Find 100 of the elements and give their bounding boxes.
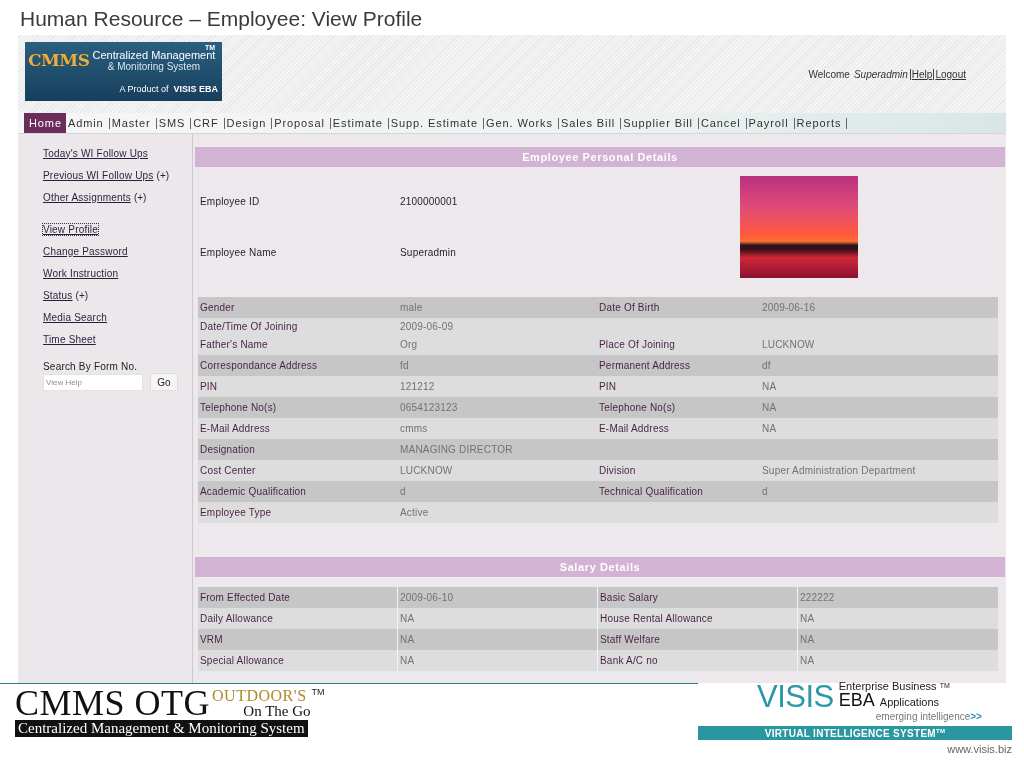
field-label: E-Mail Address: [599, 423, 670, 434]
nav-tab[interactable]: Design: [224, 113, 272, 133]
sidebar-link[interactable]: Today's WI Follow Ups: [43, 147, 149, 159]
company-text: Applications: [879, 696, 940, 709]
field-value: 2009-06-16: [762, 302, 816, 313]
field-label: Place Of Joining: [599, 339, 676, 350]
nav-tab[interactable]: Supp. Estimate: [388, 113, 483, 133]
field-value: cmms: [400, 423, 428, 434]
expand-toggle[interactable]: (+): [156, 169, 170, 181]
nav-tab[interactable]: Home: [24, 113, 66, 133]
nav-tab[interactable]: Reports: [794, 113, 847, 133]
logo-wordmark: CMMS: [28, 50, 90, 70]
field-label: Employee Type: [200, 507, 272, 518]
banner: VIRTUAL INTELLIGENCE SYSTEM$^{TM}$: [698, 726, 1012, 740]
nav-tab[interactable]: Gen. Works: [484, 113, 558, 133]
website-url: www.visis.biz: [947, 743, 1012, 755]
product-tag: OUTDOOR'S: [212, 688, 307, 704]
field-value: male: [400, 302, 423, 313]
field-label: VRM: [200, 634, 223, 645]
field-label: Father's Name: [200, 339, 268, 350]
field-label: Daily Allowance: [200, 613, 274, 624]
field-value: d: [762, 486, 768, 497]
field-value: Active: [400, 507, 429, 518]
field-label: Technical Qualification: [599, 486, 704, 497]
expand-toggle[interactable]: (+): [133, 191, 147, 203]
field-label: Employee Name: [200, 247, 277, 258]
field-label: Telephone No(s): [200, 402, 277, 413]
field-label: From Effected Date: [200, 592, 291, 603]
field-label: Employee ID: [200, 196, 260, 207]
field-value: NA: [800, 613, 815, 624]
tagline: emerging intelligence: [875, 711, 971, 722]
sidebar-link[interactable]: Time Sheet: [43, 333, 96, 345]
company-text: Enterprise Business $^{TM}$: [838, 680, 950, 692]
field-value: NA: [800, 634, 815, 645]
nav-tab[interactable]: Master: [109, 113, 156, 133]
field-label: Division: [599, 465, 636, 476]
section-header: Salary Details: [195, 557, 1005, 577]
header-link[interactable]: Logout: [933, 68, 966, 80]
sidebar-link[interactable]: Previous WI Follow Ups: [43, 169, 154, 181]
field-value: fd: [400, 360, 409, 371]
nav-tab[interactable]: Payroll: [746, 113, 794, 133]
search-label: Search By Form No.: [43, 361, 138, 372]
search-field[interactable]: View Help: [43, 373, 143, 391]
product-full-name: Centralized Management & Monitoring System: [15, 720, 308, 737]
sidebar-link[interactable]: Work Instruction: [43, 267, 119, 279]
field-value: LUCKNOW: [400, 465, 453, 476]
expand-toggle[interactable]: (+): [75, 289, 89, 301]
company-short-name: EBA: [838, 692, 875, 709]
field-label: Academic Qualification: [200, 486, 307, 497]
sidebar-link[interactable]: View Profile: [43, 223, 99, 235]
field-value: NA: [762, 381, 777, 392]
field-label: Basic Salary: [600, 592, 658, 603]
field-value: NA: [400, 613, 415, 624]
product-brand: VISIS EBA: [173, 84, 218, 95]
field-label: Bank A/C no: [600, 655, 658, 666]
company-name: VISIS: [757, 680, 834, 713]
sidebar-link[interactable]: Other Assignments: [43, 191, 131, 203]
field-value: 222222: [800, 592, 835, 603]
nav-tab[interactable]: Sales Bill: [558, 113, 621, 133]
field-value: NA: [400, 655, 415, 666]
field-value: NA: [762, 423, 777, 434]
header-link[interactable]: Help: [909, 68, 933, 80]
field-label: PIN: [200, 381, 218, 392]
section-header: Employee Personal Details: [195, 147, 1005, 167]
field-value: NA: [800, 655, 815, 666]
field-label: Date Of Birth: [599, 302, 660, 313]
sidebar-link[interactable]: Change Password: [43, 245, 128, 257]
trademark-mark: TM: [311, 688, 325, 697]
field-value: Superadmin: [400, 247, 456, 258]
tagline-arrows: >>: [970, 711, 982, 722]
field-label: Telephone No(s): [599, 402, 676, 413]
go-button[interactable]: Go: [150, 373, 178, 391]
slide-title: Human Resource – Employee: View Profile: [20, 7, 423, 31]
product-name: CMMS OTG: [15, 688, 211, 719]
product-of-text: A Product of: [119, 84, 169, 95]
welcome-text: Welcome: [808, 68, 850, 80]
field-value: LUCKNOW: [762, 339, 815, 350]
nav-tab[interactable]: CRF: [191, 113, 224, 133]
nav-tab[interactable]: Estimate: [330, 113, 388, 133]
nav-tab[interactable]: Admin: [65, 113, 109, 133]
nav-tab[interactable]: Cancel: [698, 113, 746, 133]
field-label: Permanent Address: [599, 360, 691, 371]
nav-tab[interactable]: Supplier Bill: [621, 113, 698, 133]
field-value: 121212: [400, 381, 435, 392]
field-label: Special Allowance: [200, 655, 284, 666]
field-label: Staff Welfare: [600, 634, 661, 645]
user-name: Superadmin: [853, 68, 908, 80]
field-label: PIN: [599, 381, 617, 392]
field-value: NA: [762, 402, 777, 413]
field-label: Designation: [200, 444, 255, 455]
sidebar-link[interactable]: Media Search: [43, 311, 108, 323]
logo-text: & Monitoring System: [107, 61, 201, 72]
field-value: Org: [400, 339, 418, 350]
nav-tab[interactable]: SMS: [156, 113, 191, 133]
field-label: Date/Time Of Joining: [200, 320, 298, 332]
sidebar-link[interactable]: Status: [43, 289, 73, 301]
nav-tab[interactable]: Proposal: [272, 113, 330, 133]
field-label: Correspondance Address: [200, 360, 318, 371]
field-value: Super Administration Department: [762, 465, 916, 476]
field-label: Cost Center: [200, 465, 256, 476]
